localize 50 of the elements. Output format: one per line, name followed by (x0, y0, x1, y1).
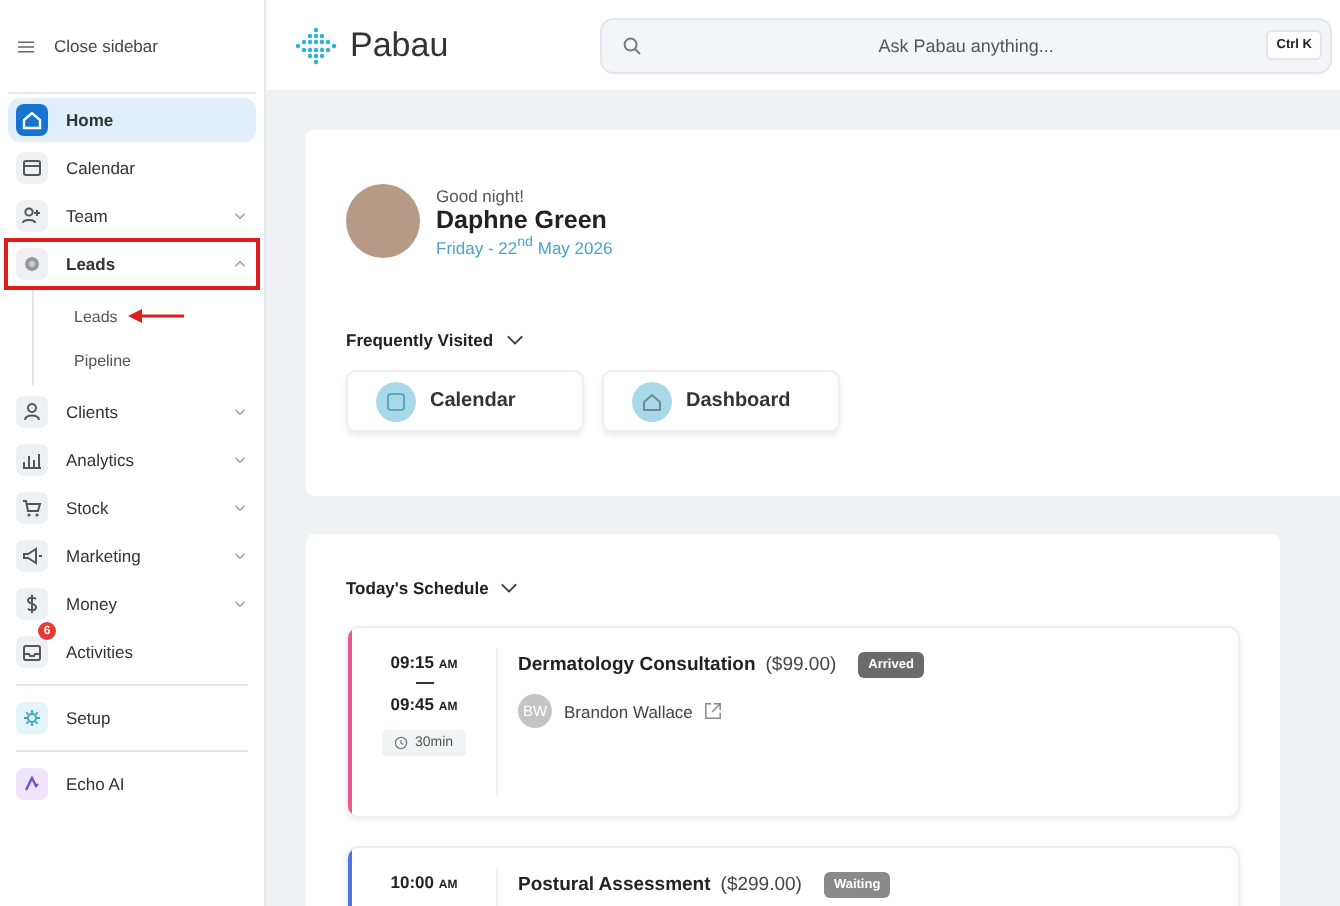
calendar-icon (376, 381, 416, 421)
client-name[interactable]: Brandon Wallace (564, 701, 693, 721)
gear-icon (16, 702, 48, 734)
calendar-icon (16, 152, 48, 184)
section-title: Frequently Visited (346, 330, 494, 350)
search-icon (622, 35, 643, 55)
person-icon (16, 396, 48, 428)
sidebar-item[interactable]: Home (8, 98, 256, 142)
shortcut-card[interactable]: Dashboard (602, 370, 840, 432)
sidebar-item[interactable]: Money (8, 582, 256, 626)
sidebar-item[interactable]: Analytics (8, 438, 256, 482)
sidebar-subitem[interactable]: Pipeline (74, 351, 131, 369)
section-title: Today's Schedule (346, 578, 489, 598)
chevron-icon[interactable] (500, 582, 519, 594)
date-text: Friday - 22$^{nd}$ May 2026 (436, 233, 613, 257)
cart-icon (16, 492, 48, 524)
greeting-text: Good night! (436, 185, 526, 206)
megaphone-icon (16, 540, 48, 572)
sidebar-item[interactable]: Setup (8, 696, 256, 740)
external-link-icon[interactable] (704, 702, 723, 720)
sidebar-item[interactable]: Stock (8, 486, 256, 530)
inbox-icon (16, 636, 48, 668)
spark-icon (16, 768, 48, 800)
shortcut-card[interactable]: Calendar (346, 370, 584, 432)
sidebar-item[interactable]: Clients (8, 390, 256, 434)
sidebar-item[interactable]: Echo AI (8, 762, 256, 806)
service-name: Postural Assessment (518, 874, 711, 896)
sidebar-item[interactable]: Team (8, 194, 256, 238)
dotted-diamond-logo-icon (294, 25, 338, 65)
home-icon (16, 104, 48, 136)
sidebar-item[interactable]: Calendar (8, 146, 256, 190)
avatar-photo-placeholder (346, 184, 420, 258)
chart-icon (16, 444, 48, 476)
logo-text: Pabau (350, 25, 449, 65)
menu-icon[interactable] (18, 39, 34, 53)
dollar-icon (16, 588, 48, 620)
clock-icon (394, 736, 409, 750)
sidebar-item[interactable]: Marketing (8, 534, 256, 578)
service-price: ($99.00) (765, 654, 837, 676)
service-name: Dermatology Consultation (518, 654, 756, 676)
team-icon (16, 200, 48, 232)
close-sidebar-link[interactable]: Close sidebar (54, 36, 158, 56)
target-icon (16, 248, 48, 280)
user-name: Daphne Green (436, 205, 609, 234)
arrow-annotation (125, 308, 186, 324)
home-icon (632, 381, 672, 421)
sidebar-subitem[interactable]: Leads (74, 307, 118, 325)
chevron-icon[interactable] (505, 334, 524, 346)
service-price: ($299.00) (720, 874, 802, 896)
sidebar-item[interactable]: Leads (8, 242, 256, 286)
